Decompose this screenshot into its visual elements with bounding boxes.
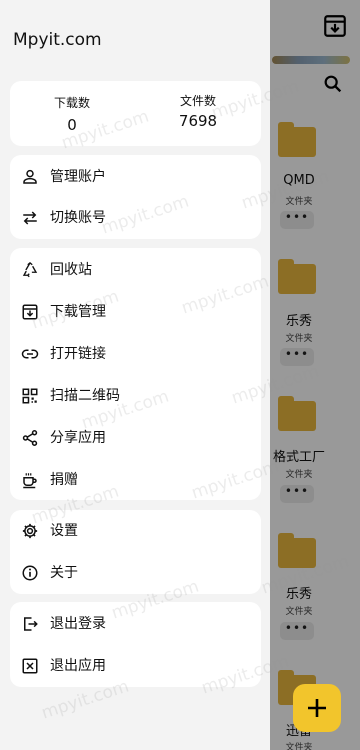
download-box-icon [22, 304, 38, 320]
menu-item-label: 关于 [50, 565, 78, 581]
menu-item-label: 打开链接 [50, 346, 106, 362]
menu-item-recycle-bin[interactable]: 回收站 [10, 250, 261, 290]
menu-item-manage-account[interactable]: 管理账户 [10, 157, 261, 197]
settings-card: 设置 关于 [10, 510, 261, 594]
logout-icon [24, 617, 38, 631]
menu-item-share-app[interactable]: 分享应用 [10, 418, 261, 458]
files-value: 7698 [178, 112, 218, 130]
menu-item-about[interactable]: 关于 [10, 553, 261, 593]
coffee-cup-icon [23, 473, 37, 489]
files-label: 文件数 [179, 94, 216, 108]
menu-item-label: 扫描二维码 [50, 388, 120, 404]
qr-code-icon [22, 388, 38, 404]
tools-card: 回收站 下载管理 打开链接 扫描二维码 分享应用 捐赠 [10, 248, 261, 500]
menu-item-label: 退出应用 [50, 658, 106, 674]
menu-item-logout[interactable]: 退出登录 [10, 604, 261, 644]
downloads-stat[interactable]: 下载数 0 [22, 81, 122, 134]
app-title: Mpyit.com [13, 30, 102, 50]
close-box-icon [22, 658, 38, 674]
exit-card: 退出登录 退出应用 [10, 602, 261, 687]
plus-icon [308, 699, 326, 717]
gear-icon [22, 523, 38, 539]
menu-item-label: 管理账户 [50, 169, 106, 185]
menu-item-settings[interactable]: 设置 [10, 511, 261, 551]
menu-item-switch-account[interactable]: 切换账号 [10, 198, 261, 238]
account-card: 管理账户 切换账号 [10, 155, 261, 239]
person-icon [23, 169, 37, 184]
link-icon [21, 349, 39, 359]
menu-item-label: 设置 [50, 523, 78, 539]
menu-item-label: 回收站 [50, 262, 92, 278]
files-stat[interactable]: 文件数 7698 [148, 81, 248, 130]
menu-item-label: 分享应用 [50, 430, 106, 446]
menu-item-scan-qr[interactable]: 扫描二维码 [10, 376, 261, 416]
menu-item-open-link[interactable]: 打开链接 [10, 334, 261, 374]
menu-item-label: 退出登录 [50, 616, 106, 632]
recycle-icon [22, 261, 38, 278]
menu-item-donate[interactable]: 捐赠 [10, 460, 261, 500]
menu-item-exit-app[interactable]: 退出应用 [10, 646, 261, 686]
swap-icon [23, 211, 37, 225]
stats-card: 下载数 0 文件数 7698 [10, 81, 261, 146]
share-icon [22, 430, 38, 446]
add-button[interactable] [293, 684, 341, 732]
menu-item-download-manager[interactable]: 下载管理 [10, 292, 261, 332]
info-icon [22, 565, 38, 581]
downloads-label: 下载数 [53, 96, 90, 110]
menu-item-label: 捐赠 [50, 472, 78, 488]
menu-item-label: 下载管理 [50, 304, 106, 320]
downloads-value: 0 [67, 116, 77, 134]
menu-item-label: 切换账号 [50, 210, 106, 226]
navigation-drawer: Mpyit.com 下载数 0 文件数 7698 管理账户 切换账号 回收站 下… [0, 0, 270, 750]
